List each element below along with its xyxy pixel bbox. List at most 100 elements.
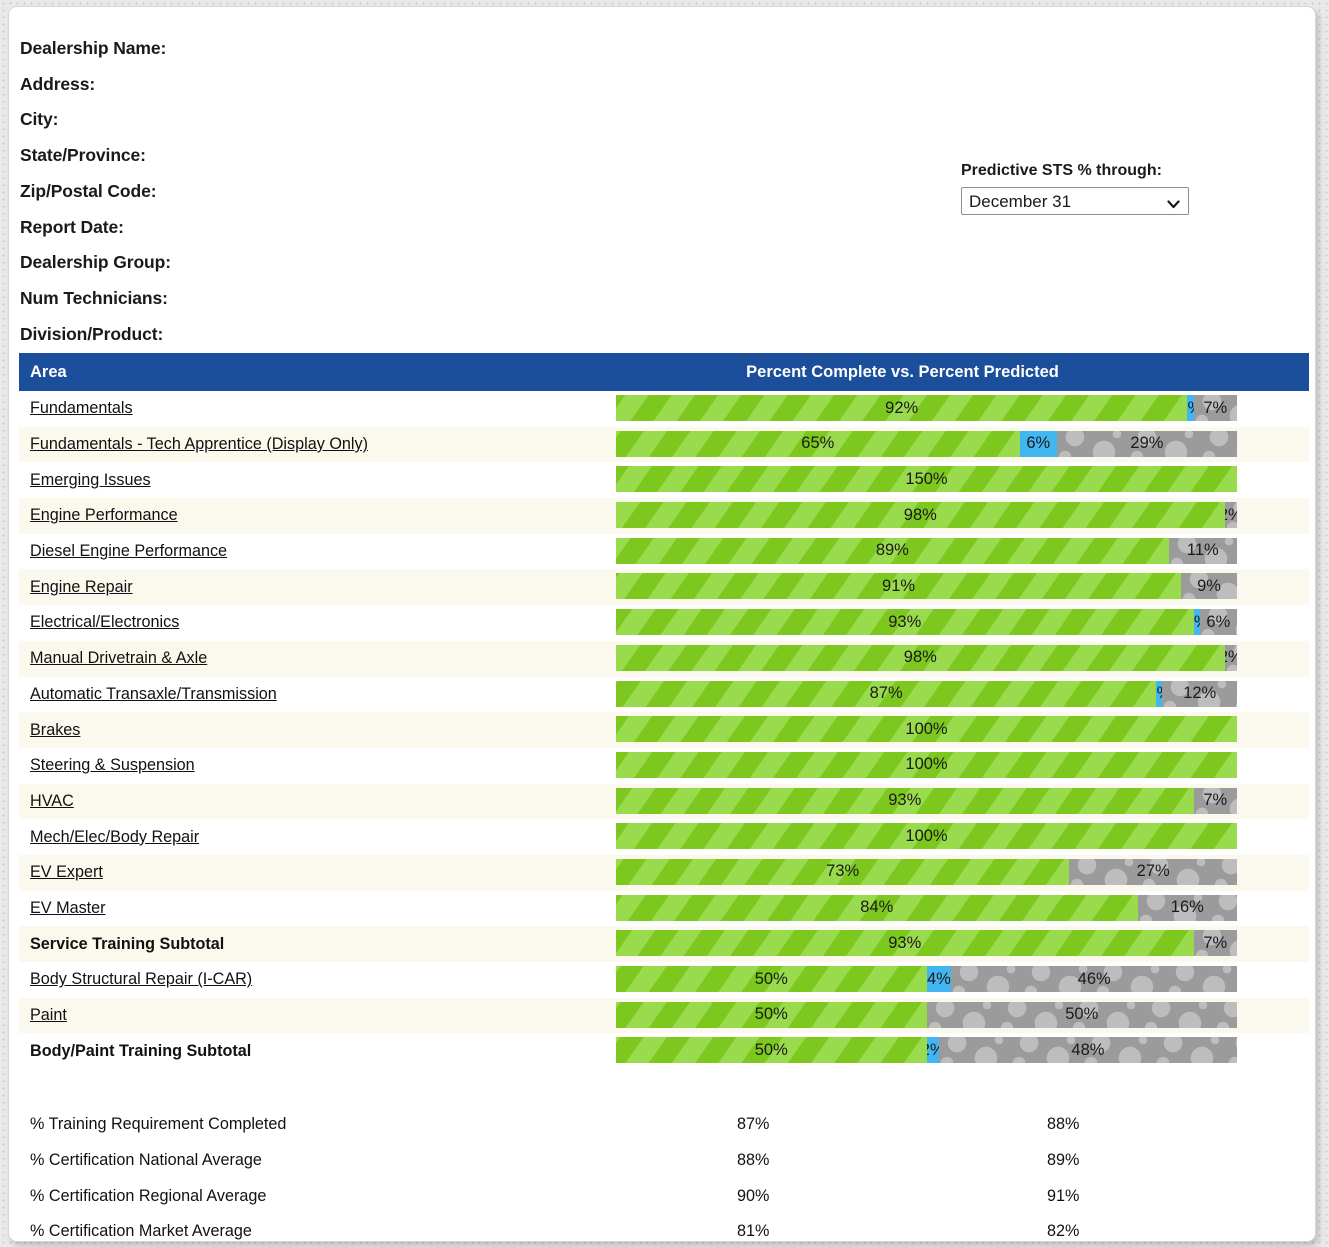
- stat-label: % Certification Regional Average: [19, 1187, 737, 1206]
- stat-label: % Training Requirement Completed: [19, 1115, 737, 1134]
- area-label: Body/Paint Training Subtotal: [19, 1042, 616, 1061]
- table-row: Manual Drivetrain & Axle 98% 2%: [19, 641, 1309, 677]
- segment-complete: 93%: [616, 930, 1194, 956]
- bar-cell: 91% 9%: [616, 569, 1309, 605]
- progress-bar: 87% 1% 12%: [616, 681, 1237, 707]
- progress-bar: 100%: [616, 716, 1237, 742]
- stat-value-secondary: 91%: [1047, 1187, 1247, 1206]
- bar-cell: 100%: [616, 748, 1309, 784]
- segment-complete: 100%: [616, 752, 1237, 778]
- segment-value: 98%: [904, 506, 937, 525]
- segment-complete: 92%: [616, 395, 1187, 421]
- progress-bar: 100%: [616, 823, 1237, 849]
- stat-row: % Certification Regional Average90%91%: [19, 1178, 1309, 1214]
- bar-cell: 93%1%6%: [616, 605, 1309, 641]
- segment-value: 12%: [1183, 684, 1216, 703]
- table-row: Electrical/Electronics93%1%6%: [19, 605, 1309, 641]
- table-row: Fundamentals92%1%7%: [19, 391, 1309, 427]
- area-link[interactable]: Diesel Engine Performance: [19, 542, 616, 561]
- segment-value: 7%: [1203, 791, 1227, 810]
- progress-table: Area Percent Complete vs. Percent Predic…: [19, 353, 1309, 1069]
- predictive-sts-select[interactable]: December 31: [961, 187, 1189, 215]
- area-link[interactable]: Engine Performance: [19, 506, 616, 525]
- segment-value: 11%: [1187, 541, 1219, 560]
- segment-value: 7%: [1203, 399, 1227, 418]
- column-header-area: Area: [19, 363, 616, 382]
- bar-cell: 98% 2%: [616, 641, 1309, 677]
- progress-bar: 50%4%46%: [616, 966, 1237, 992]
- segment-complete: 89%: [616, 538, 1169, 564]
- bar-cell: 100%: [616, 819, 1309, 855]
- bar-cell: 50%2%48%: [616, 1033, 1309, 1069]
- segment-value: 150%: [905, 470, 947, 489]
- segment-complete: 93%: [616, 609, 1194, 635]
- area-link[interactable]: Paint: [19, 1006, 616, 1025]
- progress-bar: 93%1%6%: [616, 609, 1237, 635]
- bar-cell: 150%: [616, 462, 1309, 498]
- segment-value: 50%: [755, 970, 788, 989]
- area-link[interactable]: Engine Repair: [19, 578, 616, 597]
- segment-complete: 150%: [616, 466, 1237, 492]
- bar-cell: 98%2%: [616, 498, 1309, 534]
- segment-complete: 84%: [616, 895, 1138, 921]
- predictive-sts-control: Predictive STS % through: December 31: [961, 162, 1261, 215]
- area-link[interactable]: Fundamentals - Tech Apprentice (Display …: [19, 435, 616, 454]
- table-row: Body/Paint Training Subtotal50%2%48%: [19, 1033, 1309, 1069]
- area-link[interactable]: Fundamentals: [19, 399, 616, 418]
- segment-value: 98%: [904, 648, 937, 667]
- segment-remaining: 29%: [1057, 431, 1237, 457]
- report-card: Dealership Name:Address:City:State/Provi…: [8, 6, 1316, 1242]
- segment-value: 87%: [870, 684, 903, 703]
- segment-value: 9%: [1197, 577, 1221, 596]
- stat-value-primary: 90%: [737, 1187, 1047, 1206]
- segment-value: 65%: [801, 434, 834, 453]
- bar-cell: 93%7%: [616, 926, 1309, 962]
- info-field-label: Num Technicians:: [20, 281, 1315, 317]
- area-link[interactable]: Mech/Elec/Body Repair: [19, 828, 616, 847]
- segment-complete: 91%: [616, 573, 1181, 599]
- table-row: Automatic Transaxle/Transmission 87% 1% 12%: [19, 677, 1309, 713]
- area-link[interactable]: Brakes: [19, 721, 616, 740]
- stat-row: % Training Requirement Completed87%88%: [19, 1107, 1309, 1143]
- table-row: Diesel Engine Performance89% 11%: [19, 534, 1309, 570]
- area-link[interactable]: Steering & Suspension: [19, 756, 616, 775]
- area-link[interactable]: EV Expert: [19, 863, 616, 882]
- table-row: Mech/Elec/Body Repair 100%: [19, 819, 1309, 855]
- segment-remaining: 9%: [1181, 573, 1237, 599]
- segment-predicted: 1%: [1156, 681, 1162, 707]
- info-field-label: Dealership Name:: [20, 31, 1315, 67]
- segment-value: 100%: [905, 827, 947, 846]
- segment-complete: 50%: [616, 1037, 927, 1063]
- area-link[interactable]: Electrical/Electronics: [19, 613, 616, 632]
- area-link[interactable]: HVAC: [19, 792, 616, 811]
- segment-remaining: 2%: [1225, 645, 1237, 671]
- bar-cell: 87% 1% 12%: [616, 677, 1309, 713]
- segment-complete: 87%: [616, 681, 1156, 707]
- area-link[interactable]: Automatic Transaxle/Transmission: [19, 685, 616, 704]
- segment-remaining: 7%: [1194, 930, 1237, 956]
- segment-complete: 50%: [616, 966, 927, 992]
- bar-cell: 93% 7%: [616, 784, 1309, 820]
- segment-value: 50%: [755, 1005, 788, 1024]
- table-row: Paint50%50%: [19, 998, 1309, 1034]
- area-link[interactable]: EV Master: [19, 899, 616, 918]
- area-link[interactable]: Emerging Issues: [19, 471, 616, 490]
- stat-label: % Certification Market Average: [19, 1222, 737, 1241]
- progress-bar: 98% 2%: [616, 645, 1237, 671]
- area-link[interactable]: Manual Drivetrain & Axle: [19, 649, 616, 668]
- segment-complete: 98%: [616, 645, 1225, 671]
- stat-value-primary: 87%: [737, 1115, 1047, 1134]
- segment-value: 16%: [1171, 898, 1204, 917]
- stat-row: % Certification Market Average81%82%: [19, 1214, 1309, 1242]
- table-row: HVAC93% 7%: [19, 784, 1309, 820]
- area-link[interactable]: Body Structural Repair (I-CAR): [19, 970, 616, 989]
- bar-cell: 92%1%7%: [616, 391, 1309, 427]
- segment-complete: 93%: [616, 788, 1194, 814]
- table-row: Engine Repair91% 9%: [19, 569, 1309, 605]
- bar-cell: 100%: [616, 712, 1309, 748]
- segment-complete: 73%: [616, 859, 1069, 885]
- info-field-label: Dealership Group:: [20, 245, 1315, 281]
- segment-remaining: 12%: [1162, 681, 1237, 707]
- bar-cell: 84% 16%: [616, 891, 1309, 927]
- segment-value: 100%: [905, 755, 947, 774]
